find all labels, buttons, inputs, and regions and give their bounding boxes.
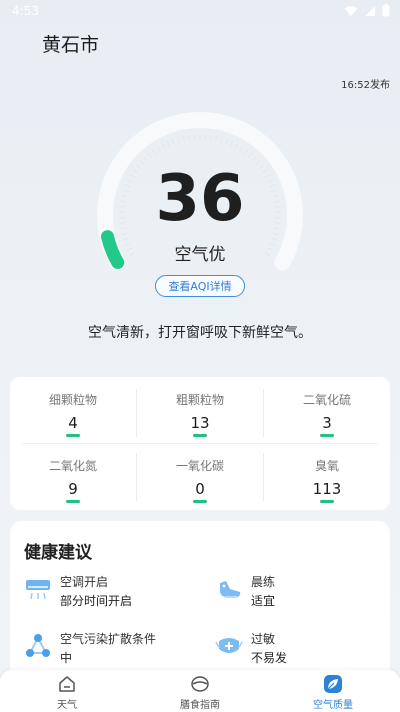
gauge-tick (177, 136, 180, 144)
gauge-tick (229, 140, 234, 147)
pollutant-item[interactable]: 二氧化氮 9 (10, 443, 136, 503)
sneaker-icon (220, 581, 241, 598)
pollutant-name: 臭氧 (314, 459, 339, 473)
mask-icon (215, 638, 243, 653)
pollutant-name: 二氧化氮 (48, 459, 97, 473)
health-label: 空气污染扩散条件 (60, 632, 157, 646)
gauge-tick (220, 136, 223, 144)
pollutant-name: 粗颗粒物 (175, 393, 224, 407)
pollutant-value: 4 (68, 414, 78, 432)
pollutant-value: 3 (322, 414, 332, 432)
pollutant-value: 113 (312, 480, 342, 498)
pollutant-name: 一氧化碳 (175, 459, 224, 473)
nav-label: 空气质量 (313, 700, 353, 711)
pollutant-level-bar (320, 434, 334, 437)
pollutant-value: 9 (68, 480, 78, 498)
gauge-tick (251, 156, 257, 162)
health-item-diffusion[interactable]: 空气污染扩散条件 中 (24, 630, 204, 670)
health-title: 健康建议 (24, 543, 92, 563)
city-name: 黄石市 (42, 34, 100, 56)
gauge-tick (143, 156, 149, 162)
wifi-icon (344, 5, 358, 16)
health-label: 空调开启 (60, 575, 109, 589)
health-item-morning-exercise[interactable]: 晨练 适宜 (215, 573, 395, 613)
aqi-detail-button[interactable]: 查看AQI详情 (155, 275, 245, 297)
gauge-tick (215, 135, 218, 142)
gauge-tick (166, 140, 171, 147)
signal-icon (365, 5, 375, 16)
gauge-tick (161, 143, 166, 150)
gauge-tick (171, 138, 175, 145)
gauge-tick (225, 138, 229, 145)
aqi-value: 36 (155, 162, 245, 236)
pollutant-item[interactable]: 一氧化碳 0 (137, 443, 263, 503)
health-value: 适宜 (251, 594, 276, 608)
pollutant-card: 细颗粒物 4 粗颗粒物 13 二氧化硫 3 二氧化氮 9 一氧化碳 0 臭氧 113 (10, 377, 390, 510)
gauge-tick (147, 152, 153, 158)
leaf-icon (324, 675, 342, 693)
pollutant-value: 0 (195, 480, 205, 498)
gauge-tick (182, 135, 185, 142)
health-value: 中 (60, 651, 73, 665)
status-time: 4:53 (12, 4, 39, 18)
diffusion-icon (26, 634, 50, 657)
pollutant-item[interactable]: 粗颗粒物 13 (137, 377, 263, 437)
pollutant-name: 二氧化硫 (302, 393, 351, 407)
nav-air-quality[interactable]: 空气质量 (266, 670, 400, 712)
nav-label: 膳食指南 (180, 700, 220, 711)
dish-icon (191, 676, 209, 692)
pollutant-level-bar (193, 500, 207, 503)
nav-label: 天气 (57, 700, 77, 711)
gauge-tick (151, 149, 157, 155)
gauge-tick (247, 152, 253, 158)
health-label: 过敏 (251, 632, 276, 646)
pollutant-level-bar (66, 434, 80, 437)
aqi-level: 空气优 (174, 245, 226, 265)
gauge-tick (243, 149, 249, 155)
pollutant-name: 细颗粒物 (48, 393, 97, 407)
battery-icon (382, 4, 390, 17)
home-icon (59, 676, 75, 692)
health-value: 不易发 (251, 651, 288, 665)
pollutant-level-bar (66, 500, 80, 503)
air-conditioner-icon (26, 580, 50, 600)
pollutant-grid: 细颗粒物 4 粗颗粒物 13 二氧化硫 3 二氧化氮 9 一氧化碳 0 臭氧 113 (10, 377, 390, 510)
gauge-tick (234, 143, 239, 150)
gauge-tick (239, 145, 244, 152)
health-item-air-conditioner[interactable]: 空调开启 部分时间开启 (24, 573, 204, 613)
health-value: 部分时间开启 (60, 594, 133, 608)
gauge-tick (209, 134, 212, 141)
pollutant-level-bar (193, 434, 207, 437)
status-icons (344, 4, 390, 17)
nav-weather[interactable]: 天气 (0, 670, 134, 712)
status-bar: 4:53 (0, 0, 400, 24)
publish-time: 16:52发布 (341, 80, 390, 91)
gauge-tick (188, 134, 191, 141)
nav-diet-guide[interactable]: 膳食指南 (133, 670, 267, 712)
health-item-allergy[interactable]: 过敏 不易发 (215, 630, 395, 670)
air-advice: 空气清新，打开窗呼吸下新鲜空气。 (88, 325, 312, 341)
pollutant-level-bar (320, 500, 334, 503)
pollutant-item[interactable]: 臭氧 113 (264, 443, 390, 503)
bottom-nav: 天气 膳食指南 空气质量 (0, 670, 400, 712)
pollutant-item[interactable]: 细颗粒物 4 (10, 377, 136, 437)
pollutant-value: 13 (190, 414, 210, 432)
gauge-tick (156, 145, 161, 152)
health-label: 晨练 (251, 575, 276, 589)
pollutant-item[interactable]: 二氧化硫 3 (264, 377, 390, 437)
